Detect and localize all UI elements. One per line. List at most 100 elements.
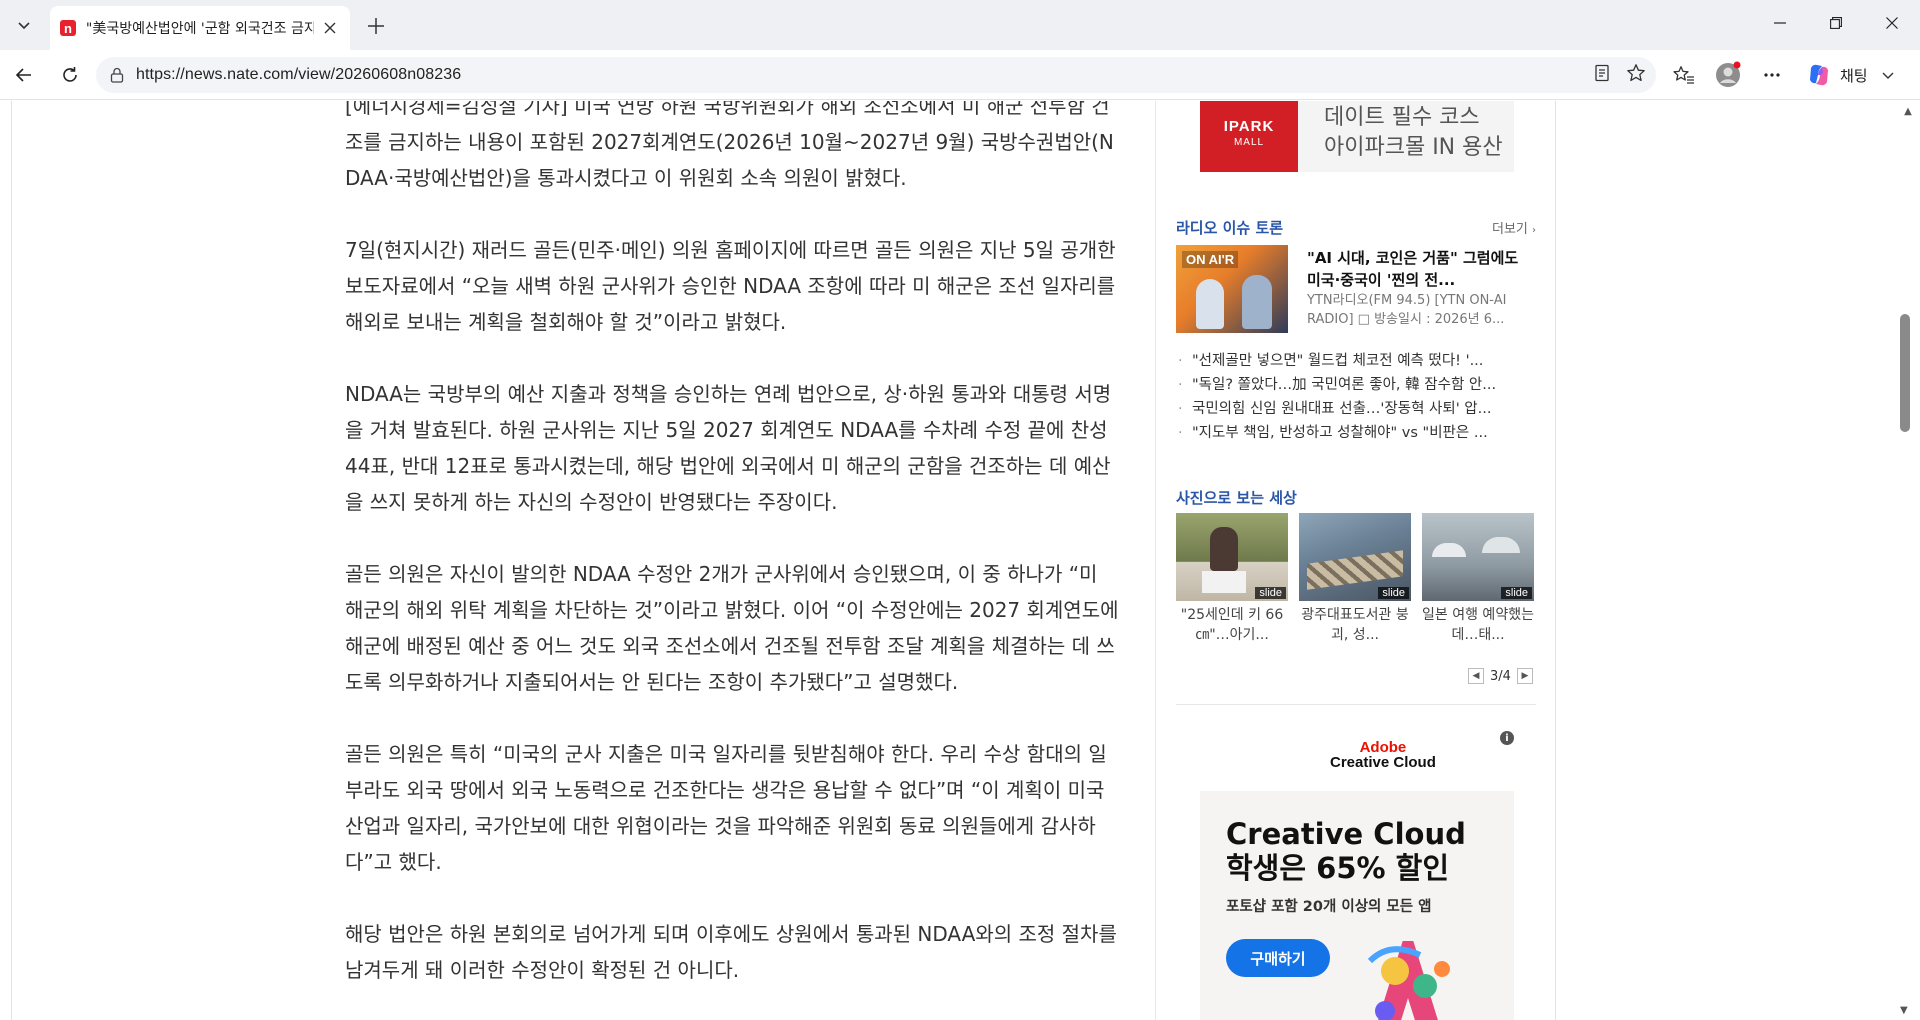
list-item[interactable]: "지도부 책임, 반성하고 성찰해야" vs "비판은 ... — [1176, 421, 1516, 445]
photo-caption[interactable]: "25세인데 키 66㎝"…아기... — [1176, 605, 1288, 645]
radio-more-link[interactable]: 더보기 › — [1492, 218, 1536, 237]
ipark-ad-text: 데이트 필수 코스 아이파크몰 IN 용산 — [1324, 103, 1503, 163]
tab-list-button[interactable] — [8, 9, 40, 41]
photo-caption[interactable]: 일본 여행 예약했는데…태... — [1422, 605, 1534, 645]
chevron-down-icon[interactable] — [1882, 69, 1894, 81]
on-air-label: ON AI'R — [1182, 251, 1239, 268]
more-label[interactable]: 더보기 — [1492, 222, 1528, 237]
umbrella-image — [1432, 543, 1466, 557]
profile-button[interactable] — [1712, 59, 1744, 91]
maximize-button[interactable] — [1808, 0, 1864, 46]
ad-title-line2: 학생은 65% 할인 — [1226, 851, 1450, 885]
scroll-down-button[interactable]: ▼ — [1900, 1005, 1908, 1016]
reader-mode-icon — [1595, 64, 1609, 82]
page-viewport: [에너지경제=김성철 기자] 미국 연방 하원 국방위원회가 해외 조선소에서 … — [0, 101, 1920, 1020]
article-paragraph: 골든 의원은 자신이 발의한 NDAA 수정안 2개가 군사위에서 승인됐으며,… — [345, 562, 1119, 694]
tab-strip: n "美국방예산법안에 '군함 외국건조 금지' 조항" — [0, 0, 1920, 50]
article-paragraph: NDAA는 국방부의 예산 지출과 정책을 승인하는 연례 법안으로, 상·하원… — [345, 382, 1112, 514]
close-tab-button[interactable] — [320, 18, 340, 38]
back-button[interactable] — [8, 59, 40, 91]
photo-thumbnail[interactable]: slide — [1422, 513, 1534, 601]
active-tab[interactable]: n "美국방예산법안에 '군함 외국건조 금지' 조항" — [50, 6, 350, 50]
chevron-right-icon: › — [1532, 225, 1537, 236]
list-item[interactable]: "독일? 쫄았다…加 국민여론 좋아, 韓 잠수함 안... — [1176, 373, 1516, 397]
copilot-icon — [1810, 64, 1828, 86]
scrollbar-thumb[interactable] — [1900, 314, 1910, 432]
back-arrow-icon — [15, 68, 31, 82]
list-item[interactable]: 국민의힘 신임 원내대표 선출…'장동혁 사퇴' 압... — [1176, 397, 1516, 421]
triangle-up-icon: ▲ — [1904, 105, 1912, 117]
pager-next-button[interactable]: ▶ — [1516, 668, 1533, 684]
sidebar-divider — [1176, 704, 1536, 705]
umbrella-image — [1482, 537, 1520, 553]
radio-thumbnail[interactable]: ON AI'R — [1176, 245, 1288, 333]
ad-subtitle: 포토샵 포함 20개 이상의 모든 앱 — [1226, 899, 1432, 915]
reload-button[interactable] — [54, 59, 86, 91]
lock-icon[interactable] — [110, 67, 124, 83]
close-icon — [324, 22, 336, 34]
radio-meta: YTN라디오(FM 94.5) [YTN ON-AI RADIO] □ 방송일시… — [1307, 293, 1507, 327]
pager-status: 3/4 — [1490, 668, 1511, 684]
chevron-down-icon — [18, 22, 30, 30]
tab-title: "美국방예산법안에 '군함 외국건조 금지' 조항" — [85, 21, 315, 37]
photo-card[interactable]: slide "25세인데 키 66㎝"…아기... — [1176, 513, 1288, 645]
ipark-mall-ad[interactable]: IPARK MALL 데이트 필수 코스 아이파크몰 IN 용산 — [1200, 101, 1514, 172]
article-paragraph: 7일(현지시간) 재러드 골든(민주·메인) 의원 홈페이지에 따르면 골든 의… — [345, 238, 1116, 334]
radio-headline[interactable]: "AI 시대, 코인은 거품" 그럼에도 미국·중국이 '찐의 전... — [1307, 247, 1537, 291]
restore-icon — [1830, 17, 1842, 29]
scroll-up-button[interactable]: ▲ — [1896, 103, 1920, 119]
article-paragraph: 골든 의원은 특히 “미국의 군사 지출은 미국 일자리를 뒷받침해야 한다. … — [345, 742, 1107, 874]
pager-prev-button[interactable]: ◀ — [1468, 668, 1484, 684]
url-text[interactable]: https://news.nate.com/view/20260608n0823… — [136, 66, 461, 84]
favorite-button[interactable] — [1622, 59, 1650, 87]
ad-info-button[interactable]: i — [1500, 731, 1514, 745]
triangle-down-icon: ▼ — [1900, 1005, 1908, 1016]
ipark-ad-line1: 데이트 필수 코스 — [1324, 104, 1480, 130]
favorites-icon — [1673, 66, 1694, 84]
profile-icon — [1716, 61, 1741, 87]
minimize-button[interactable] — [1752, 0, 1808, 46]
more-menu-button[interactable] — [1756, 59, 1788, 91]
ipark-logo-line2: MALL — [1233, 136, 1265, 148]
chair-image — [1202, 571, 1246, 593]
column-divider — [1155, 101, 1156, 1020]
copilot-chat-button[interactable]: 채팅 — [1802, 58, 1902, 92]
creative-cloud-artwork-icon — [1367, 941, 1450, 1020]
new-tab-button[interactable] — [360, 10, 392, 42]
star-icon — [1627, 64, 1645, 82]
reader-mode-button[interactable] — [1588, 59, 1616, 87]
close-icon — [1886, 17, 1898, 29]
favorites-bar-button[interactable] — [1668, 59, 1700, 91]
slide-tag: slide — [1378, 587, 1409, 599]
minimize-icon — [1774, 22, 1786, 24]
photo-card[interactable]: slide 광주대표도서관 붕괴, 성... — [1299, 513, 1411, 645]
adobe-brand-line2: Creative Cloud — [1330, 754, 1436, 771]
plus-icon — [368, 18, 384, 34]
list-item[interactable]: "선제골만 넣으면" 월드컵 체코전 예측 떴다! '... — [1176, 349, 1516, 373]
more-icon — [1764, 73, 1780, 77]
close-window-button[interactable] — [1864, 0, 1920, 46]
adobe-logo[interactable]: Adobe Creative Cloud — [1330, 739, 1436, 771]
ad-title: Creative Cloud 학생은 65% 할인 — [1226, 817, 1466, 885]
page-border-right — [1555, 101, 1556, 1020]
photo-pager: ◀ 3/4 ▶ — [1468, 668, 1533, 684]
article-paragraph: 해당 법안은 하원 본회의로 넘어가게 되며 이후에도 상원에서 통과된 NDA… — [345, 922, 1117, 982]
photo-thumbnail[interactable]: slide — [1176, 513, 1288, 601]
article-paragraph: [에너지경제=김성철 기자] 미국 연방 하원 국방위원회가 해외 조선소에서 … — [345, 101, 1114, 190]
buy-button[interactable]: 구매하기 — [1226, 939, 1330, 977]
reload-icon — [63, 67, 77, 82]
page-border-left — [11, 101, 12, 1020]
ipark-logo: IPARK MALL — [1200, 101, 1298, 172]
page-scrollbar[interactable]: ▲ — [1896, 101, 1920, 1020]
radio-section-title[interactable]: 라디오 이슈 토론 — [1176, 217, 1283, 238]
photo-caption[interactable]: 광주대표도서관 붕괴, 성... — [1299, 605, 1411, 645]
related-news-list: "선제골만 넣으면" 월드컵 체코전 예측 떴다! '... "독일? 쫄았다…… — [1176, 349, 1516, 445]
photo-thumbnail[interactable]: slide — [1299, 513, 1411, 601]
creative-cloud-ad[interactable]: Creative Cloud 학생은 65% 할인 포토샵 포함 20개 이상의… — [1200, 791, 1514, 1020]
photo-section-title[interactable]: 사진으로 보는 세상 — [1176, 487, 1297, 508]
guest-figure-image — [1242, 275, 1272, 329]
address-bar[interactable]: https://news.nate.com/view/20260608n0823… — [96, 57, 1656, 93]
photo-card[interactable]: slide 일본 여행 예약했는데…태... — [1422, 513, 1534, 645]
slide-tag: slide — [1501, 587, 1532, 599]
chat-label: 채팅 — [1840, 66, 1868, 85]
